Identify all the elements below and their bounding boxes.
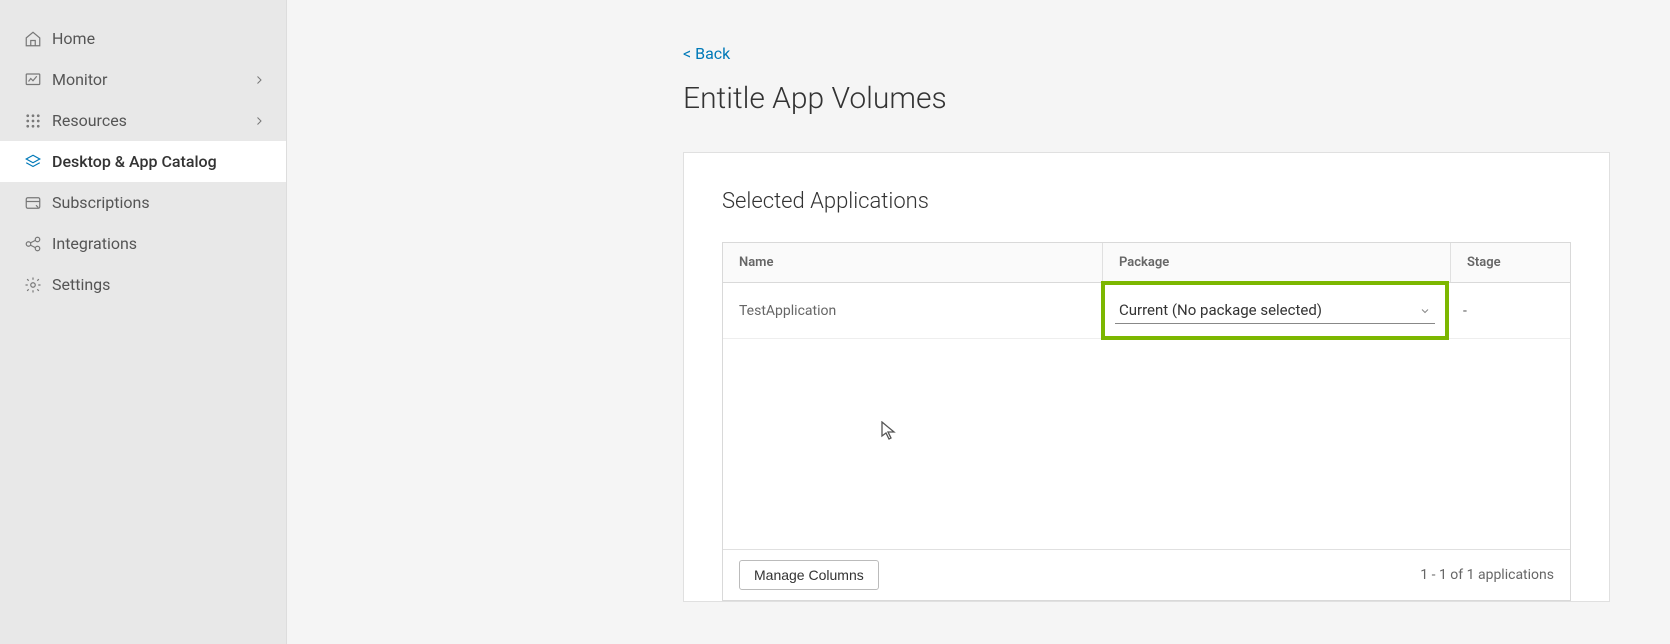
sidebar-item-desktop-app-catalog[interactable]: Desktop & App Catalog bbox=[0, 141, 286, 182]
chevron-down-icon bbox=[1419, 303, 1431, 321]
sidebar-item-monitor[interactable]: Monitor bbox=[0, 59, 286, 100]
back-link[interactable]: < Back bbox=[683, 44, 730, 63]
applications-table: Name Package Stage TestApplication Curre… bbox=[722, 242, 1571, 601]
sidebar-item-subscriptions[interactable]: Subscriptions bbox=[0, 182, 286, 223]
section-title: Selected Applications bbox=[722, 189, 1571, 214]
cell-stage: - bbox=[1447, 283, 1570, 338]
sidebar-item-label: Monitor bbox=[52, 70, 252, 89]
package-select-value: Current (No package selected) bbox=[1119, 301, 1322, 319]
sidebar-item-home[interactable]: Home bbox=[0, 18, 286, 59]
chart-icon bbox=[24, 71, 42, 89]
column-header-name[interactable]: Name bbox=[723, 243, 1103, 282]
table-header: Name Package Stage bbox=[723, 243, 1570, 283]
panel: Selected Applications Name Package Stage… bbox=[683, 152, 1610, 602]
table-footer: Manage Columns 1 - 1 of 1 applications bbox=[723, 549, 1570, 600]
sidebar-item-label: Home bbox=[52, 29, 266, 48]
grid-icon bbox=[24, 112, 42, 130]
sidebar-item-label: Resources bbox=[52, 111, 252, 130]
mouse-cursor-icon bbox=[881, 421, 897, 445]
table-row: TestApplication Current (No package sele… bbox=[723, 283, 1570, 339]
chevron-right-icon bbox=[252, 73, 266, 87]
cell-name: TestApplication bbox=[723, 283, 1103, 338]
column-header-stage[interactable]: Stage bbox=[1451, 243, 1570, 282]
share-icon bbox=[24, 235, 42, 253]
table-body: TestApplication Current (No package sele… bbox=[723, 283, 1570, 549]
column-header-package[interactable]: Package bbox=[1103, 243, 1451, 282]
sidebar-item-label: Integrations bbox=[52, 234, 266, 253]
manage-columns-button[interactable]: Manage Columns bbox=[739, 560, 879, 590]
cell-package: Current (No package selected) bbox=[1101, 281, 1449, 340]
sidebar-item-label: Subscriptions bbox=[52, 193, 266, 212]
card-icon bbox=[24, 194, 42, 212]
chevron-right-icon bbox=[252, 114, 266, 128]
sidebar-item-settings[interactable]: Settings bbox=[0, 264, 286, 305]
main-content: < Back Entitle App Volumes Selected Appl… bbox=[287, 0, 1670, 644]
row-count-label: 1 - 1 of 1 applications bbox=[1420, 567, 1554, 583]
sidebar-item-label: Settings bbox=[52, 275, 266, 294]
package-select[interactable]: Current (No package selected) bbox=[1115, 297, 1435, 324]
page-title: Entitle App Volumes bbox=[683, 81, 1670, 116]
sidebar: Home Monitor Resources Desktop & App Cat… bbox=[0, 0, 287, 644]
home-icon bbox=[24, 30, 42, 48]
sidebar-item-label: Desktop & App Catalog bbox=[52, 152, 266, 171]
layers-icon bbox=[24, 153, 42, 171]
sidebar-item-resources[interactable]: Resources bbox=[0, 100, 286, 141]
gear-icon bbox=[24, 276, 42, 294]
sidebar-item-integrations[interactable]: Integrations bbox=[0, 223, 286, 264]
